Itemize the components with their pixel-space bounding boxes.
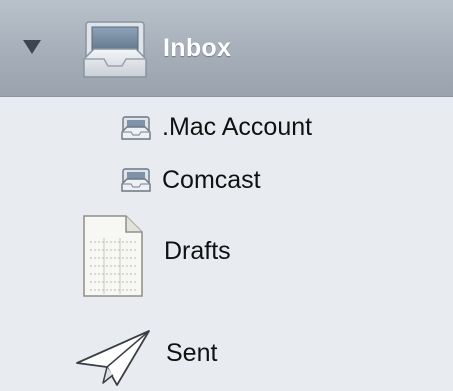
mailbox-label-sent: Sent (166, 339, 218, 367)
mailbox-label-drafts: Drafts (164, 237, 231, 265)
mailbox-list: Inbox .Mac Account Comcast Drafts Sent (0, 0, 453, 391)
mailbox-inbox[interactable]: Inbox (0, 0, 453, 97)
mailbox-label-inbox: Inbox (163, 34, 232, 62)
disclosure-triangle-icon[interactable] (23, 40, 41, 54)
mailbox-label-comcast: Comcast (162, 166, 261, 194)
paper-plane-icon (76, 330, 150, 386)
account-inbox-icon (121, 116, 151, 140)
account-inbox-icon (121, 168, 151, 192)
draft-document-icon (83, 215, 143, 297)
inbox-tray-icon (83, 21, 147, 78)
mailbox-label-mac-account: .Mac Account (162, 113, 313, 141)
